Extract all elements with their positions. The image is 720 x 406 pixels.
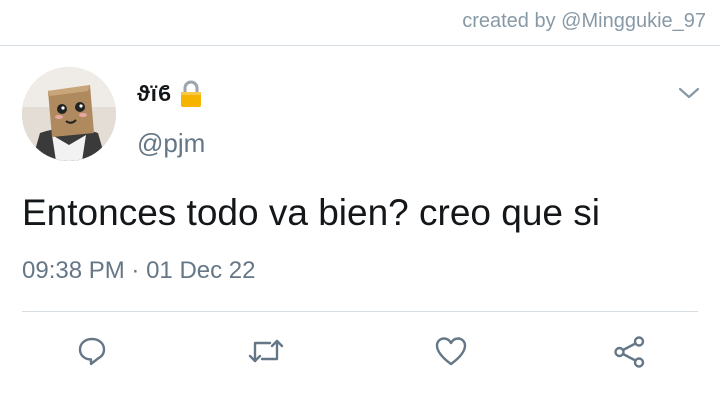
tweet-timestamp[interactable]: 09:38 PM · 01 Dec 22 xyxy=(22,257,255,285)
actions-divider xyxy=(22,311,698,312)
author-name-row: ϑïϐ xyxy=(137,80,202,108)
tweet-date: 01 Dec 22 xyxy=(146,257,256,284)
author-display-name[interactable]: ϑïϐ xyxy=(137,81,172,107)
tweet-time: 09:38 PM xyxy=(22,257,125,284)
reply-icon[interactable] xyxy=(76,335,108,367)
like-icon[interactable] xyxy=(434,335,468,367)
tweet-text: Entonces todo va bien? creo que si xyxy=(22,192,600,233)
header-divider xyxy=(0,45,720,46)
meta-separator: · xyxy=(131,257,140,284)
share-icon[interactable] xyxy=(612,335,648,369)
avatar[interactable] xyxy=(22,67,116,161)
chevron-down-icon[interactable] xyxy=(678,86,700,100)
lock-icon xyxy=(180,80,202,108)
author-handle[interactable]: @pjm xyxy=(137,128,205,159)
credit-watermark: created by @Minggukie_97 xyxy=(462,10,706,32)
avatar-image xyxy=(22,67,116,161)
retweet-icon[interactable] xyxy=(246,335,286,367)
